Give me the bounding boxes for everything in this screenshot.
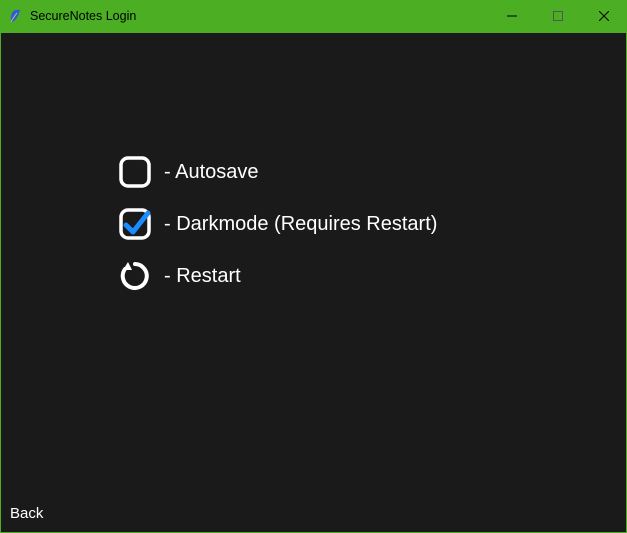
app-window: SecureNotes Login - Autosave <box>0 0 627 533</box>
window-title: SecureNotes Login <box>30 9 489 23</box>
setting-restart: - Restart <box>116 257 437 295</box>
maximize-button[interactable] <box>535 0 581 32</box>
restart-icon[interactable] <box>116 257 154 295</box>
setting-restart-label: - Restart <box>164 265 241 288</box>
content-area: - Autosave - Darkmode (Requires Restart) <box>0 32 627 533</box>
app-icon <box>8 8 24 24</box>
checkbox-unchecked-icon[interactable] <box>116 153 154 191</box>
settings-list: - Autosave - Darkmode (Requires Restart) <box>116 153 437 295</box>
checkbox-checked-icon[interactable] <box>116 205 154 243</box>
back-button[interactable]: Back <box>10 505 43 522</box>
minimize-button[interactable] <box>489 0 535 32</box>
setting-autosave-label: - Autosave <box>164 161 259 184</box>
close-button[interactable] <box>581 0 627 32</box>
setting-darkmode: - Darkmode (Requires Restart) <box>116 205 437 243</box>
window-controls <box>489 0 627 32</box>
setting-darkmode-label: - Darkmode (Requires Restart) <box>164 213 437 236</box>
setting-autosave: - Autosave <box>116 153 437 191</box>
titlebar: SecureNotes Login <box>0 0 627 32</box>
